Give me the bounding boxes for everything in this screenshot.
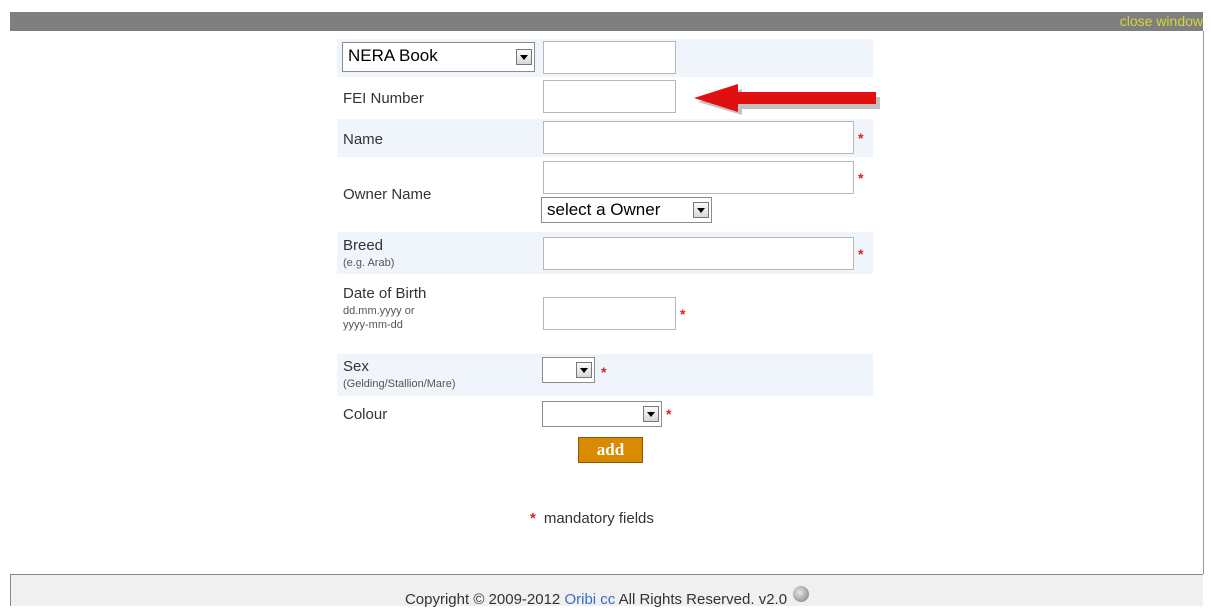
breed-row: Breed (e.g. Arab) * — [337, 232, 873, 274]
owner-row: Owner Name * select a Owner — [337, 159, 873, 229]
red-arrow-icon — [694, 84, 880, 115]
fei-label: FEI Number — [343, 90, 424, 107]
breed-label-group: Breed (e.g. Arab) — [343, 237, 394, 270]
globe-icon — [793, 586, 810, 602]
name-label: Name — [343, 131, 384, 148]
footer: Copyright © 2009-2012 Oribi cc All Right… — [10, 574, 1203, 608]
owner-label: Owner Name — [343, 186, 432, 203]
owner-select[interactable]: select a Owner — [541, 197, 712, 223]
required-mark: * — [858, 130, 864, 146]
name-input[interactable] — [543, 121, 854, 154]
owner-name-input[interactable] — [543, 161, 854, 194]
dob-hint-2: yyyy-mm-dd — [343, 319, 403, 331]
colour-label: Colour — [343, 406, 388, 423]
sex-label: Sex — [343, 358, 369, 375]
breed-input[interactable] — [543, 237, 854, 270]
dob-input[interactable] — [543, 297, 676, 330]
dob-label: Date of Birth — [343, 285, 427, 302]
required-mark: * — [680, 306, 686, 322]
sex-row: Sex (Gelding/Stallion/Mare) * — [337, 354, 873, 396]
chevron-down-icon[interactable] — [693, 202, 709, 218]
sex-label-group: Sex (Gelding/Stallion/Mare) — [343, 358, 456, 391]
mandatory-star: * — [530, 510, 536, 527]
copyright-prefix: Copyright © 2009-2012 — [404, 591, 565, 608]
required-mark: * — [601, 364, 607, 380]
close-window-link[interactable]: close window — [1120, 14, 1203, 29]
breed-label: Breed — [343, 237, 384, 254]
owner-select-value: select a Owner — [547, 200, 661, 219]
fei-number-input[interactable] — [543, 80, 676, 113]
dob-hint-1: dd.mm.yyyy or — [343, 305, 415, 317]
copyright-suffix: All Rights Reserved. v2.0 — [615, 591, 788, 608]
colour-row: Colour * — [337, 398, 873, 432]
chevron-down-icon[interactable] — [516, 49, 532, 65]
required-mark: * — [858, 170, 864, 186]
top-bar: close window — [10, 12, 1203, 31]
name-row: Name * — [337, 119, 873, 157]
chevron-down-icon[interactable] — [643, 406, 659, 422]
book-select[interactable]: NERA Book — [342, 42, 535, 72]
sex-select[interactable] — [542, 357, 595, 383]
book-select-value: NERA Book — [348, 46, 438, 65]
book-row: NERA Book — [337, 39, 873, 77]
required-mark: * — [858, 246, 864, 262]
right-border — [1203, 31, 1204, 574]
mandatory-text: mandatory fields — [543, 510, 654, 527]
mandatory-note: * mandatory fields — [530, 510, 654, 527]
copyright: Copyright © 2009-2012 Oribi cc All Right… — [11, 586, 1203, 608]
dob-row: Date of Birth dd.mm.yyyy or yyyy-mm-dd * — [337, 276, 873, 344]
sex-hint: (Gelding/Stallion/Mare) — [343, 378, 456, 390]
add-button[interactable]: add — [578, 437, 643, 463]
breed-hint: (e.g. Arab) — [343, 257, 395, 269]
book-number-input[interactable] — [543, 41, 676, 74]
required-mark: * — [666, 406, 672, 422]
chevron-down-icon[interactable] — [576, 362, 592, 378]
oribi-link[interactable]: Oribi cc — [564, 591, 615, 608]
dob-label-group: Date of Birth dd.mm.yyyy or yyyy-mm-dd — [343, 285, 426, 332]
colour-select[interactable] — [542, 401, 662, 427]
